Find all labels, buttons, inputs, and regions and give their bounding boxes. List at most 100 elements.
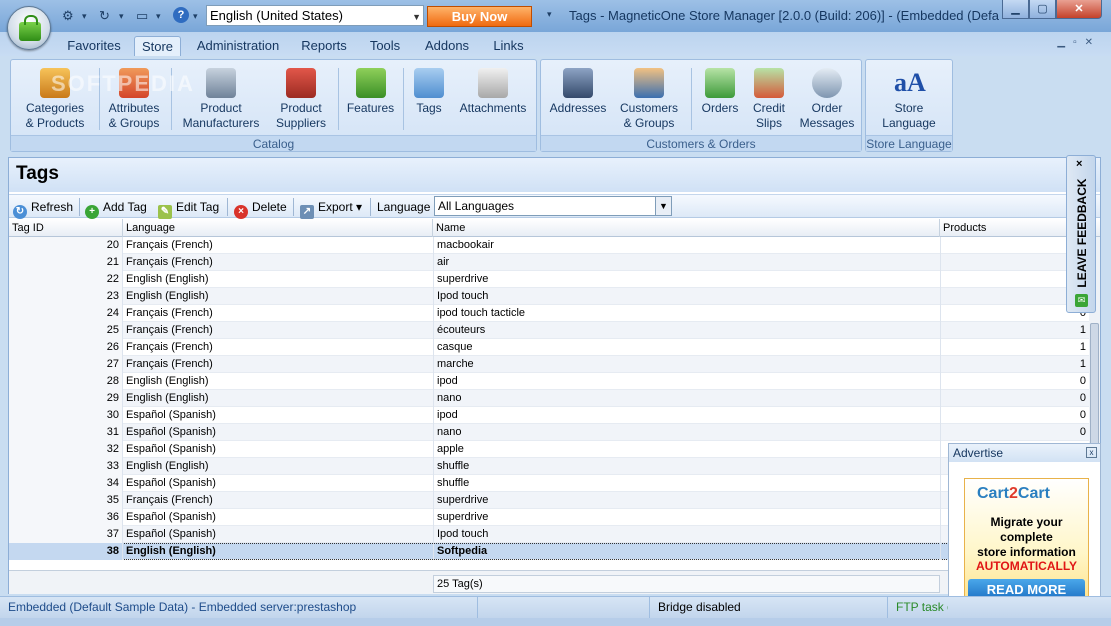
table-row[interactable]: 29 English (English) nano 0 [9, 390, 1089, 407]
table-row[interactable]: 32 Español (Spanish) apple [9, 441, 1089, 458]
addresses-button[interactable]: Addresses [547, 64, 609, 134]
name-cell: superdrive [433, 509, 940, 526]
edit-tag-button[interactable]: ✎ Edit Tag [158, 198, 219, 219]
settings-icon[interactable]: ⚙ [62, 7, 74, 25]
tag-id-cell: 33 [9, 458, 123, 475]
add-tag-button[interactable]: + Add Tag [85, 198, 147, 219]
tab-addons[interactable]: Addons [419, 36, 475, 56]
paperclip-icon [478, 68, 508, 98]
table-row[interactable]: 28 English (English) ipod 0 [9, 373, 1089, 390]
column-language[interactable]: Language [123, 219, 433, 237]
table-row[interactable]: 37 Español (Spanish) Ipod touch [9, 526, 1089, 543]
table-row[interactable]: 31 Español (Spanish) nano 0 [9, 424, 1089, 441]
panel-toolbar: ↻ Refresh + Add Tag ✎ Edit Tag × Delete ↗ Exp… [9, 194, 1100, 219]
name-cell: macbookair [433, 237, 940, 254]
ribbon-group-label: Catalog [11, 135, 536, 151]
name-cell: Softpedia [433, 543, 940, 560]
orders-button[interactable]: Orders [695, 64, 745, 134]
ad-logo: Cart2Cart [977, 485, 1050, 502]
name-cell: nano [433, 390, 940, 407]
orders-icon [705, 68, 735, 98]
ribbon-group-label: Customers & Orders [541, 135, 861, 151]
tag-id-cell: 34 [9, 475, 123, 492]
advertise-header: Advertise x [949, 444, 1100, 462]
ribbon-group-store-language: aA Store Language Store Language [865, 59, 953, 152]
help-icon[interactable]: ? [173, 7, 189, 23]
maximize-button[interactable]: ▢ [1029, 0, 1056, 19]
table-row[interactable]: 33 English (English) shuffle [9, 458, 1089, 475]
language-cell: English (English) [126, 460, 209, 472]
table-row[interactable]: 26 Français (French) casque 1 [9, 339, 1089, 356]
categories-products-button[interactable]: Categories & Products [15, 64, 95, 134]
tag-id-cell: 24 [9, 305, 123, 322]
window-bottom-edge [0, 618, 1111, 626]
tab-tools[interactable]: Tools [362, 36, 408, 56]
interface-language-select[interactable]: English (United States) ▼ [206, 5, 424, 26]
refresh-dropdown-icon[interactable]: ▾ [119, 7, 124, 25]
name-cell: ipod [433, 373, 940, 390]
buy-now-button[interactable]: Buy Now [427, 6, 532, 27]
table-row[interactable]: 34 Español (Spanish) shuffle [9, 475, 1089, 492]
tag-id-cell: 20 [9, 237, 123, 254]
leave-feedback-tab[interactable]: × LEAVE FEEDBACK ✉ [1066, 155, 1096, 313]
attributes-groups-button[interactable]: Attributes & Groups [101, 64, 167, 134]
tags-button[interactable]: Tags [407, 64, 451, 134]
tab-administration[interactable]: Administration [190, 36, 286, 56]
close-icon[interactable]: × [1076, 158, 1082, 170]
column-name[interactable]: Name [433, 219, 940, 237]
quick-access-more-icon[interactable]: ▾ [547, 9, 552, 20]
export-icon: ↗ [300, 205, 314, 219]
ad-banner[interactable]: Cart2Cart Migrate your complete store in… [964, 478, 1089, 604]
tag-icon [414, 68, 444, 98]
table-row[interactable]: 25 Français (French) écouteurs 1 [9, 322, 1089, 339]
order-messages-button[interactable]: Order Messages [795, 64, 859, 134]
customers-groups-button[interactable]: Customers & Groups [615, 64, 683, 134]
help-dropdown-icon[interactable]: ▾ [193, 7, 198, 25]
window-dropdown-icon[interactable]: ▾ [156, 7, 161, 25]
products-cell: 0 [940, 373, 1089, 390]
close-button[interactable]: ✕ [1056, 0, 1102, 19]
language-filter-value: All Languages [438, 199, 515, 213]
refresh-button[interactable]: ↻ Refresh [13, 198, 73, 219]
export-button[interactable]: ↗ Export ▾ [300, 198, 363, 219]
table-row[interactable]: 23 English (English) Ipod touch [9, 288, 1089, 305]
credit-slips-button[interactable]: Credit Slips [745, 64, 793, 134]
close-icon[interactable]: x [1086, 447, 1097, 458]
minimize-button[interactable]: ▁ [1002, 0, 1029, 19]
ad-text-highlight: AUTOMATICALLY [975, 559, 1078, 573]
name-cell: apple [433, 441, 940, 458]
table-row[interactable]: 24 Français (French) ipod touch tacticle 0 [9, 305, 1089, 322]
attachments-button[interactable]: Attachments [455, 64, 531, 134]
table-row[interactable]: 21 Français (French) air [9, 254, 1089, 271]
chevron-down-icon: ▾ [356, 200, 363, 214]
product-suppliers-button[interactable]: Product Suppliers [269, 64, 333, 134]
settings-dropdown-icon[interactable]: ▾ [82, 7, 87, 25]
tab-store[interactable]: Store [134, 36, 181, 56]
table-row[interactable]: 27 Français (French) marche 1 [9, 356, 1089, 373]
delete-button[interactable]: × Delete [234, 198, 287, 219]
column-tag-id[interactable]: Tag ID [9, 219, 123, 237]
features-button[interactable]: Features [343, 64, 398, 134]
tab-links[interactable]: Links [486, 36, 531, 56]
name-cell: ipod touch tacticle [433, 305, 940, 322]
ribbon-window-controls[interactable]: ▁▫✕ [1057, 37, 1101, 48]
tab-favorites[interactable]: Favorites [60, 36, 128, 56]
table-row[interactable]: 35 Français (French) superdrive [9, 492, 1089, 509]
table-row[interactable]: 20 Français (French) macbookair [9, 237, 1089, 254]
table-row[interactable]: 38 English (English) Softpedia [9, 543, 1089, 560]
store-language-button[interactable]: aA Store Language [872, 64, 946, 134]
table-row[interactable]: 36 Español (Spanish) superdrive [9, 509, 1089, 526]
refresh-icon[interactable]: ↻ [99, 7, 110, 25]
language-cell: Français (French) [126, 324, 213, 336]
table-row[interactable]: 22 English (English) superdrive [9, 271, 1089, 288]
table-row[interactable]: 30 Español (Spanish) ipod 0 [9, 407, 1089, 424]
tab-reports[interactable]: Reports [296, 36, 352, 56]
window-title: Tags - MagneticOne Store Manager [2.0.0 … [569, 8, 999, 23]
language-filter-select[interactable]: All Languages ▼ [434, 196, 672, 216]
product-manufacturers-button[interactable]: Product Manufacturers [177, 64, 265, 134]
shopping-bag-icon [19, 15, 41, 41]
status-bar: Embedded (Default Sample Data) - Embedde… [0, 596, 1111, 618]
ribbon-group-catalog: Categories & Products Attributes & Group… [10, 59, 537, 152]
app-menu-button[interactable] [7, 6, 51, 50]
window-icon[interactable]: ▭ [136, 7, 148, 25]
